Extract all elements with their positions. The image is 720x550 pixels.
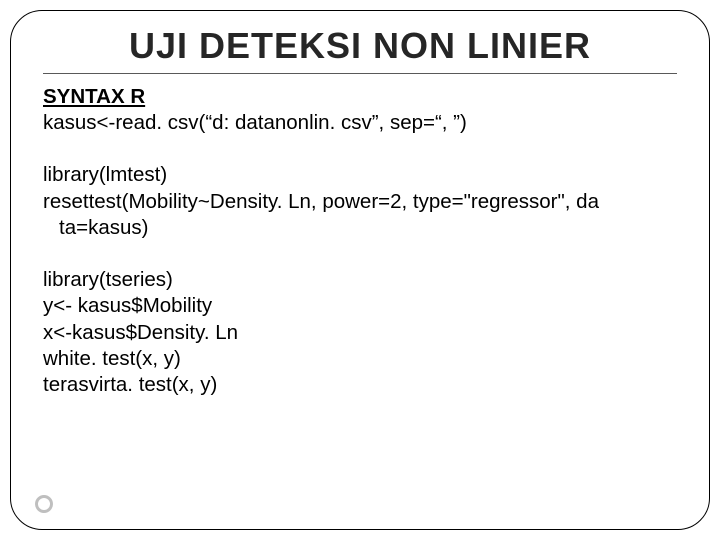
code-line-white: white. test(x, y) [43,346,677,372]
code-line-read: kasus<-read. csv(“d: datanonlin. csv”, s… [43,110,677,136]
title-divider [43,73,677,74]
slide-bullet-icon [35,495,53,513]
code-line-y: y<- kasus$Mobility [43,293,677,319]
spacer [43,241,677,267]
spacer [43,136,677,162]
slide-body: SYNTAX R kasus<-read. csv(“d: datanonlin… [43,84,677,398]
code-line-x: x<-kasus$Density. Ln [43,320,677,346]
code-line-lmtest: library(lmtest) [43,162,677,188]
code-line-resettest-2: ta=kasus) [43,215,677,241]
code-line-tseries: library(tseries) [43,267,677,293]
slide-frame: UJI DETEKSI NON LINIER SYNTAX R kasus<-r… [10,10,710,530]
code-line-terasvirta: terasvirta. test(x, y) [43,372,677,398]
code-line-resettest-1: resettest(Mobility~Density. Ln, power=2,… [43,189,677,215]
slide-title: UJI DETEKSI NON LINIER [43,25,677,67]
syntax-header: SYNTAX R [43,84,677,110]
